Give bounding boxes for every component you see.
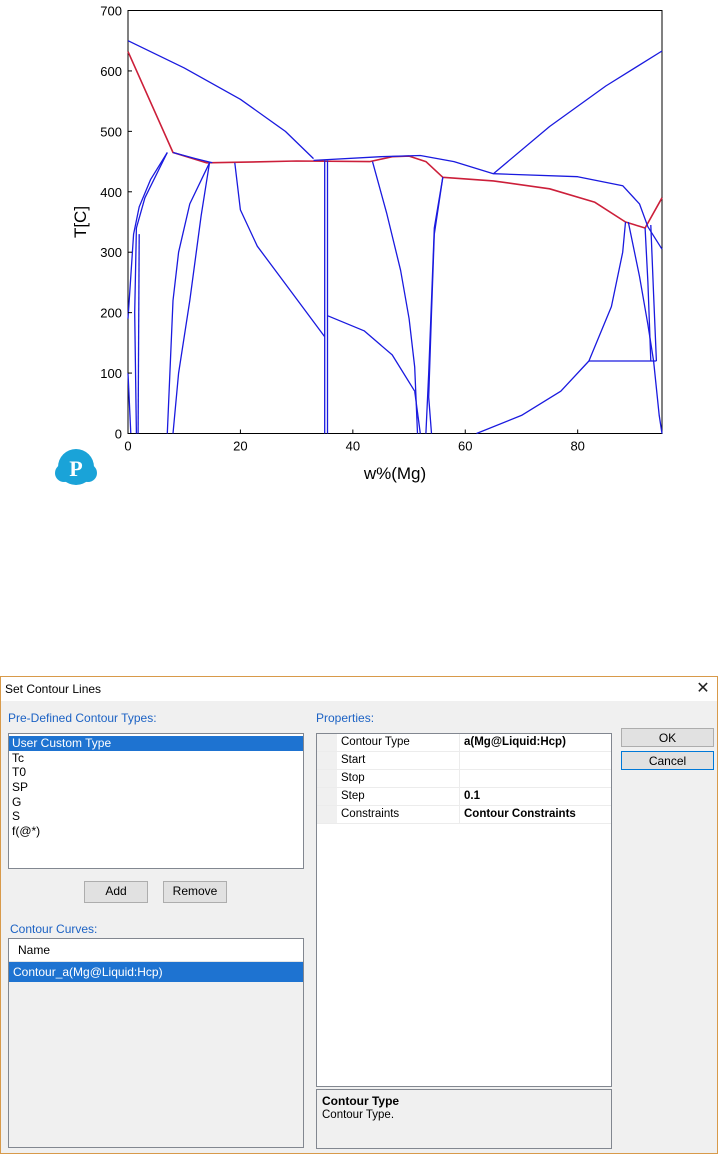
property-row-step[interactable]: Step 0.1 <box>317 788 611 806</box>
table-row[interactable]: Contour_a(Mg@Liquid:Hcp) <box>9 962 303 982</box>
cancel-button[interactable]: Cancel <box>621 751 714 770</box>
list-item[interactable]: G <box>9 795 303 810</box>
add-button[interactable]: Add <box>84 881 148 903</box>
set-contour-lines-dialog: Set Contour Lines ✕ Pre-Defined Contour … <box>0 676 718 1154</box>
logo-letter: P <box>69 456 82 481</box>
properties-label: Properties: <box>316 711 375 725</box>
y-tick-label: 600 <box>100 64 122 79</box>
remove-button[interactable]: Remove <box>163 881 227 903</box>
property-row-stop[interactable]: Stop <box>317 770 611 788</box>
property-row-contour-type[interactable]: Contour Type a(Mg@Liquid:Hcp) <box>317 734 611 752</box>
logo-icon: P <box>55 449 97 485</box>
property-row-start[interactable]: Start <box>317 752 611 770</box>
plot-frame <box>127 10 663 434</box>
y-tick-label: 300 <box>100 245 122 260</box>
predefined-types-label: Pre-Defined Contour Types: <box>8 711 157 725</box>
property-value[interactable] <box>460 770 611 787</box>
x-tick-label: 20 <box>233 439 247 454</box>
x-tick-label: 40 <box>346 439 360 454</box>
phase-diagram-chart: 0 20 40 60 80 0 100 200 300 400 500 600 700 T[C] w%(… <box>55 4 663 485</box>
property-key: Constraints <box>337 806 460 823</box>
property-row-constraints[interactable]: Constraints Contour Constraints <box>317 806 611 824</box>
list-item[interactable]: f(@*) <box>9 824 303 839</box>
y-tick-label: 100 <box>100 366 122 381</box>
list-item[interactable]: SP <box>9 780 303 795</box>
x-tick-label: 80 <box>570 439 584 454</box>
property-grid[interactable]: Contour Type a(Mg@Liquid:Hcp) Start Stop… <box>316 733 612 1087</box>
dialog-titlebar: Set Contour Lines ✕ <box>1 677 717 701</box>
y-tick-label: 500 <box>100 124 122 139</box>
property-help-box: Contour Type Contour Type. <box>316 1089 612 1149</box>
list-item[interactable]: S <box>9 809 303 824</box>
property-key: Contour Type <box>337 734 460 751</box>
property-value[interactable] <box>460 752 611 769</box>
y-tick-label: 200 <box>100 306 122 321</box>
list-item[interactable]: T0 <box>9 765 303 780</box>
help-text: Contour Type. <box>322 1109 395 1121</box>
x-tick-label: 60 <box>458 439 472 454</box>
property-value[interactable]: Contour Constraints <box>460 806 611 823</box>
ok-button[interactable]: OK <box>621 728 714 747</box>
property-value[interactable]: a(Mg@Liquid:Hcp) <box>460 734 611 751</box>
close-icon[interactable]: ✕ <box>693 679 713 699</box>
y-tick-label: 400 <box>100 185 122 200</box>
predefined-types-list[interactable]: User Custom Type Tc T0 SP G S f(@*) <box>8 733 304 869</box>
property-value[interactable]: 0.1 <box>460 788 611 805</box>
x-axis-label: w%(Mg) <box>363 464 426 483</box>
list-item[interactable]: Tc <box>9 751 303 766</box>
property-key: Stop <box>337 770 460 787</box>
list-item[interactable]: User Custom Type <box>9 736 303 751</box>
curves-column-header[interactable]: Name <box>9 939 303 962</box>
y-axis-label: T[C] <box>71 206 90 238</box>
y-tick-label: 0 <box>115 427 122 442</box>
y-tick-label: 700 <box>100 4 122 19</box>
x-tick-label: 0 <box>124 439 131 454</box>
contour-curves-label: Contour Curves: <box>10 922 98 936</box>
dialog-title: Set Contour Lines <box>5 682 102 696</box>
property-key: Step <box>337 788 460 805</box>
contour-curves-list[interactable]: Name Contour_a(Mg@Liquid:Hcp) <box>8 938 304 1148</box>
help-title: Contour Type <box>322 1094 400 1108</box>
property-key: Start <box>337 752 460 769</box>
